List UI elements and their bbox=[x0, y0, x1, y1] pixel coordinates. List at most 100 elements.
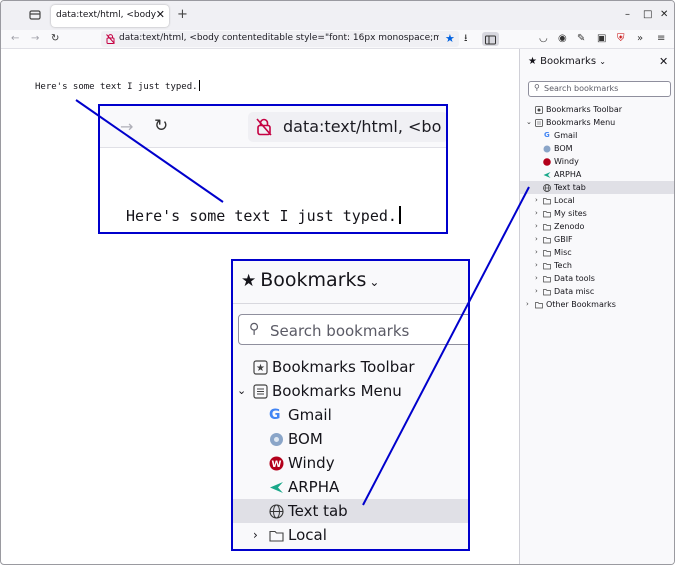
sidebar-search-input[interactable]: ⚲ Search bookmarks bbox=[528, 81, 671, 97]
editable-body[interactable]: Here's some text I just typed. bbox=[35, 80, 200, 92]
zoom-item-label: Bookmarks Menu bbox=[272, 382, 402, 400]
zoom-insecure-lock-icon bbox=[256, 118, 272, 136]
reload-icon[interactable]: ↻ bbox=[51, 33, 59, 45]
tab-list-icon[interactable] bbox=[27, 8, 43, 22]
collapsed-chevron-icon[interactable]: › bbox=[535, 220, 538, 233]
ublock-icon[interactable]: ⛨ bbox=[617, 33, 625, 45]
forward-icon[interactable]: → bbox=[31, 33, 39, 45]
zoom-item-label: Bookmarks Toolbar bbox=[272, 358, 415, 376]
google-icon: G bbox=[544, 131, 550, 139]
sidebar-item-windy[interactable]: Windy bbox=[520, 155, 674, 168]
sidebar-title: Bookmarks bbox=[540, 56, 597, 67]
sidebar-item-label: Windy bbox=[554, 157, 579, 166]
window-close-icon[interactable]: ✕ bbox=[660, 9, 668, 21]
sidebar-item-gmail[interactable]: G Gmail bbox=[520, 129, 674, 142]
sidebar-header-switcher[interactable]: ★ Bookmarks ⌄ bbox=[528, 56, 606, 67]
pocket-icon[interactable]: ◡ bbox=[539, 33, 548, 45]
collapsed-chevron-icon[interactable]: › bbox=[535, 246, 538, 259]
folder-icon bbox=[543, 211, 551, 218]
maximize-icon[interactable]: □ bbox=[643, 9, 652, 21]
sidebar-item-label: Tech bbox=[554, 261, 572, 270]
collapsed-chevron-icon[interactable]: › bbox=[535, 194, 538, 207]
insecure-lock-icon[interactable] bbox=[106, 34, 115, 44]
collapsed-chevron-icon[interactable]: › bbox=[535, 207, 538, 220]
folder-icon bbox=[543, 289, 551, 296]
app-menu-icon[interactable]: ≡ bbox=[657, 33, 665, 45]
bookmark-star-icon[interactable]: ★ bbox=[445, 32, 455, 45]
zoom-reload-icon: ↻ bbox=[154, 116, 169, 136]
sidebar-item-label: Bookmarks Menu bbox=[546, 118, 616, 127]
collapsed-chevron-icon[interactable]: › bbox=[526, 298, 529, 311]
sidebar-star-icon: ★ bbox=[528, 56, 537, 67]
active-tab[interactable]: data:text/html, <body co ✕ bbox=[51, 5, 169, 27]
screenshot-icon[interactable]: ▣ bbox=[597, 33, 606, 45]
sidebar-item-other-bookmarks[interactable]: › Other Bookmarks bbox=[520, 298, 674, 311]
zoom-divider bbox=[233, 303, 468, 304]
sidebar-close-icon[interactable]: ✕ bbox=[659, 55, 668, 68]
zoom-windy-icon: W bbox=[269, 456, 284, 471]
zoom-caret bbox=[398, 206, 401, 224]
windy-icon bbox=[543, 158, 551, 166]
zoom-item-label: Text tab bbox=[288, 502, 348, 520]
zoom-item-windy: W Windy bbox=[233, 451, 468, 475]
zoom-bom-icon bbox=[270, 433, 283, 446]
overflow-icon[interactable]: » bbox=[637, 33, 643, 45]
zoom-folder-icon bbox=[269, 530, 284, 542]
zoom-url-bar: data:text/html, <bo bbox=[248, 112, 446, 142]
sidebar-item-bookmarks-toolbar[interactable]: Bookmarks Toolbar bbox=[520, 103, 674, 116]
folder-icon bbox=[543, 263, 551, 270]
collapsed-chevron-icon[interactable]: › bbox=[535, 285, 538, 298]
sidebar-item-arpha[interactable]: ARPHA bbox=[520, 168, 674, 181]
expanded-chevron-icon[interactable]: ⌄ bbox=[526, 116, 532, 129]
tab-close-icon[interactable]: ✕ bbox=[156, 8, 165, 22]
minimize-icon[interactable]: – bbox=[625, 9, 630, 21]
sidebar-item-bom[interactable]: BOM bbox=[520, 142, 674, 155]
sidebar-item-data-tools[interactable]: › Data tools bbox=[520, 272, 674, 285]
sidebar-item-my-sites[interactable]: › My sites bbox=[520, 207, 674, 220]
url-text: data:text/html, <body contenteditable st… bbox=[119, 33, 439, 43]
zoom-item-gmail: G Gmail bbox=[233, 403, 468, 427]
zoom-globe-icon bbox=[269, 504, 284, 519]
sidebar-item-local[interactable]: › Local bbox=[520, 194, 674, 207]
zoom-typed-text: Here's some text I just typed. bbox=[126, 207, 397, 225]
sidebar-item-text-tab[interactable]: Text tab bbox=[520, 181, 674, 194]
collapsed-chevron-icon[interactable]: › bbox=[535, 272, 538, 285]
sidebar-item-bookmarks-menu[interactable]: ⌄ Bookmarks Menu bbox=[520, 116, 674, 129]
new-tab-icon[interactable]: + bbox=[177, 8, 188, 22]
bom-icon bbox=[543, 145, 551, 153]
zoom-item-bookmarks-toolbar: ★ Bookmarks Toolbar bbox=[233, 355, 468, 379]
sidebar-icon bbox=[485, 35, 496, 45]
sidebar-item-label: Local bbox=[554, 196, 575, 205]
collapsed-chevron-icon[interactable]: › bbox=[535, 259, 538, 272]
account-icon[interactable]: ◉ bbox=[558, 33, 567, 45]
folder-icon bbox=[543, 250, 551, 257]
zoom-typed-text-line: Here's some text I just typed. bbox=[126, 206, 401, 225]
sidebar-item-label: Data misc bbox=[554, 287, 595, 296]
sidebar-item-gbif[interactable]: › GBIF bbox=[520, 233, 674, 246]
tab-strip: data:text/html, <body co ✕ + – □ ✕ bbox=[1, 1, 674, 30]
svg-text:W: W bbox=[272, 460, 282, 470]
downloads-icon[interactable]: ⭳ bbox=[464, 33, 468, 45]
extension-icon[interactable]: ✎ bbox=[577, 33, 585, 45]
arpha-icon bbox=[543, 172, 551, 178]
sidebar-item-data-misc[interactable]: › Data misc bbox=[520, 285, 674, 298]
sidebar-item-label: Data tools bbox=[554, 274, 595, 283]
zoom-expanded-chevron-icon: ⌄ bbox=[237, 384, 247, 397]
sidebar-item-label: Bookmarks Toolbar bbox=[546, 105, 623, 114]
sidebar-item-misc[interactable]: › Misc bbox=[520, 246, 674, 259]
sidebar-item-tech[interactable]: › Tech bbox=[520, 259, 674, 272]
zoom-bookmarks-star-icon: ★ bbox=[241, 271, 257, 291]
bookmarks-toolbar-icon bbox=[535, 106, 543, 114]
back-icon[interactable]: ← bbox=[11, 33, 19, 45]
zoom-google-icon: G bbox=[269, 407, 281, 423]
zoom-callout-bookmarks: ★ Bookmarks ⌄ ⚲ Search bookmarks ★ Bookmar… bbox=[231, 259, 470, 551]
sidebar-item-label: BOM bbox=[554, 144, 573, 153]
sidebar-item-zenodo[interactable]: › Zenodo bbox=[520, 220, 674, 233]
sidebar-toggle-button[interactable] bbox=[482, 32, 499, 46]
zoom-bookmarks-menu-icon bbox=[253, 384, 268, 399]
typed-text: Here's some text I just typed. bbox=[35, 82, 198, 92]
collapsed-chevron-icon[interactable]: › bbox=[535, 233, 538, 246]
zoom-search-placeholder: Search bookmarks bbox=[270, 322, 410, 340]
url-bar[interactable]: data:text/html, <body contenteditable st… bbox=[101, 31, 459, 47]
chevron-down-icon: ⌄ bbox=[599, 57, 606, 66]
